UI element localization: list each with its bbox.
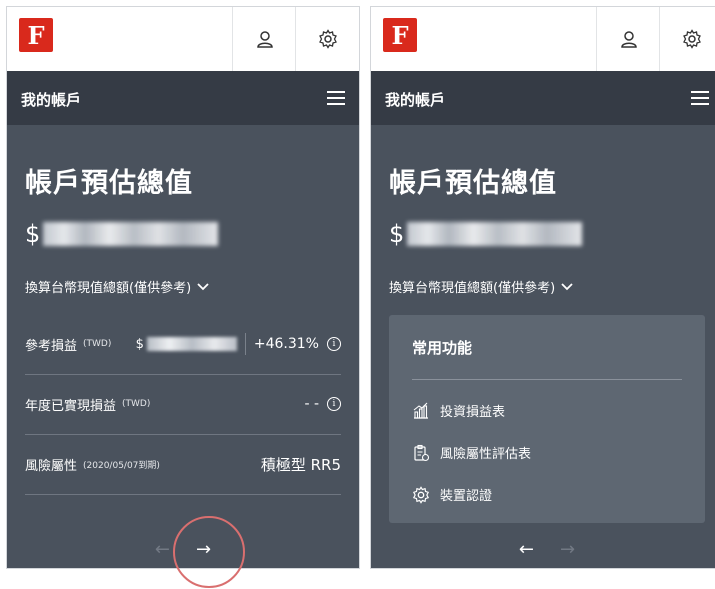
quick-functions-card: 常用功能 投資損益表 風險屬性評估表 裝置認證	[389, 315, 705, 523]
divider	[412, 379, 682, 380]
card-title: 常用功能	[412, 339, 473, 357]
chevron-down-icon	[561, 282, 573, 290]
account-balance: $	[25, 220, 219, 248]
convert-dropdown[interactable]: 換算台幣現值總額(僅供參考)	[25, 277, 209, 296]
risk-expiry: (2020/05/07到期)	[83, 460, 160, 471]
next-arrow[interactable]: →	[560, 539, 575, 560]
gear-icon	[318, 29, 337, 49]
profit-label: 參考損益	[25, 338, 78, 354]
top-bar: F	[7, 7, 359, 72]
highlight-circle	[173, 516, 245, 588]
blurred-balance-value	[43, 222, 219, 246]
hamburger-icon[interactable]	[691, 91, 709, 105]
nav-bar: 我的帳戶	[371, 71, 715, 125]
prev-arrow[interactable]: ←	[155, 539, 170, 560]
menu-item-label: 裝置認證	[440, 489, 493, 504]
menu-item-label: 風險屬性評估表	[440, 447, 532, 462]
user-icon	[620, 31, 637, 48]
page-heading: 帳戶預估總值	[389, 168, 557, 199]
risk-value: 積極型 RR5	[260, 455, 341, 474]
realized-profit-label: 年度已實現損益	[25, 398, 117, 414]
profit-percent: +46.31%	[253, 336, 319, 352]
divider	[25, 494, 341, 495]
menu-item-device-auth[interactable]: 裝置認證	[412, 485, 492, 504]
realized-profit-row: 年度已實現損益 (TWD) - - i	[25, 374, 341, 434]
chart-icon	[413, 402, 428, 419]
convert-dropdown[interactable]: 換算台幣現值總額(僅供參考)	[389, 277, 573, 296]
convert-label: 換算台幣現值總額(僅供參考)	[389, 281, 556, 296]
nav-bar: 我的帳戶	[7, 71, 359, 125]
settings-button[interactable]	[659, 7, 715, 71]
blurred-balance-value	[407, 222, 583, 246]
menu-item-label: 投資損益表	[440, 405, 506, 420]
menu-item-risk-assessment[interactable]: 風險屬性評估表	[412, 443, 531, 462]
user-button[interactable]	[232, 7, 296, 71]
top-bar: F	[371, 7, 715, 72]
prev-arrow[interactable]: ←	[519, 539, 534, 560]
pager: ← →	[371, 539, 715, 560]
chevron-down-icon	[197, 282, 209, 290]
profit-unit: (TWD)	[83, 339, 112, 349]
nav-title: 我的帳戶	[21, 91, 82, 109]
profit-currency: $	[135, 336, 144, 352]
risk-profile-row: 風險屬性 (2020/05/07到期) 積極型 RR5	[25, 434, 341, 494]
realized-profit-value: - -	[304, 396, 319, 412]
hamburger-icon[interactable]	[327, 91, 345, 105]
account-balance: $	[389, 220, 583, 248]
page-heading: 帳戶預估總值	[25, 168, 193, 199]
nav-title: 我的帳戶	[385, 91, 446, 109]
realized-profit-unit: (TWD)	[122, 399, 151, 409]
menu-item-profit-report[interactable]: 投資損益表	[412, 401, 505, 420]
user-icon	[256, 31, 273, 48]
settings-button[interactable]	[295, 7, 359, 71]
currency-symbol: $	[25, 220, 41, 248]
brand-logo[interactable]: F	[383, 18, 417, 52]
brand-logo[interactable]: F	[19, 18, 53, 52]
profit-row: 參考損益 (TWD) $ +46.31% i	[25, 314, 341, 374]
user-button[interactable]	[596, 7, 660, 71]
convert-label: 換算台幣現值總額(僅供參考)	[25, 281, 192, 296]
info-icon[interactable]: i	[327, 397, 341, 411]
account-panel-left: F 我的帳戶 帳戶預估總值 $ 換算台幣現值總額(僅供參考) 參考損益 (TWD	[6, 6, 360, 569]
gear-icon	[412, 485, 430, 504]
gear-icon	[682, 29, 701, 49]
blurred-profit-value	[146, 337, 237, 351]
info-icon[interactable]: i	[327, 337, 341, 351]
account-panel-right: F 我的帳戶 帳戶預估總值 $ 換算台幣現值總額(僅供參考) 常用功能 投資損益…	[370, 6, 715, 569]
risk-label: 風險屬性	[25, 458, 78, 474]
clipboard-icon	[414, 444, 430, 461]
currency-symbol: $	[389, 220, 405, 248]
divider	[244, 333, 246, 355]
